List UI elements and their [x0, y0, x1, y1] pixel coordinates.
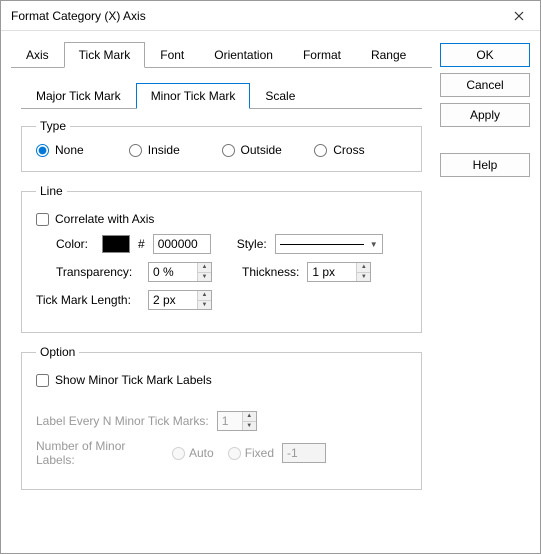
num-labels-label: Number of Minor Labels: — [36, 439, 164, 467]
tab-orientation[interactable]: Orientation — [199, 42, 288, 68]
tab-range[interactable]: Range — [356, 42, 421, 68]
spin-down-icon[interactable]: ▼ — [198, 273, 211, 282]
tick-length-spinner[interactable]: ▲▼ — [148, 290, 212, 310]
tab-tick-mark[interactable]: Tick Mark — [64, 42, 146, 68]
line-legend: Line — [36, 184, 67, 198]
thickness-input[interactable] — [308, 263, 356, 281]
tick-length-label: Tick Mark Length: — [36, 293, 140, 307]
spin-up-icon[interactable]: ▲ — [198, 263, 211, 273]
type-cross-radio[interactable] — [314, 144, 327, 157]
spin-down-icon: ▼ — [243, 422, 256, 431]
tab-axis[interactable]: Axis — [11, 42, 64, 68]
correlate-checkbox[interactable] — [36, 213, 49, 226]
spin-down-icon[interactable]: ▼ — [198, 301, 211, 310]
style-label: Style: — [237, 237, 267, 251]
correlate-label: Correlate with Axis — [55, 212, 154, 226]
show-labels-row: Show Minor Tick Mark Labels — [36, 373, 407, 387]
num-labels-fixed: Fixed — [228, 446, 274, 460]
tick-length-input[interactable] — [149, 291, 197, 309]
option-legend: Option — [36, 345, 79, 359]
option-fieldset: Option Show Minor Tick Mark Labels Label… — [21, 345, 422, 490]
spin-up-icon[interactable]: ▲ — [198, 291, 211, 301]
outer-tab-body: Major Tick Mark Minor Tick Mark Scale Ty… — [11, 68, 432, 543]
color-label: Color: — [56, 237, 94, 251]
label-every-spinner: ▲▼ — [217, 411, 257, 431]
hash-label: # — [138, 237, 145, 251]
type-outside-label[interactable]: Outside — [222, 143, 315, 157]
type-none-radio[interactable] — [36, 144, 49, 157]
cancel-button[interactable]: Cancel — [440, 73, 530, 97]
color-row: Color: # Style: ▼ — [36, 234, 407, 254]
close-icon — [514, 11, 524, 21]
label-every-spin-buttons: ▲▼ — [242, 412, 256, 430]
type-none-label[interactable]: None — [36, 143, 129, 157]
thickness-label: Thickness: — [242, 265, 299, 279]
label-every-input — [218, 412, 242, 430]
color-swatch[interactable] — [102, 235, 130, 253]
type-inside-label[interactable]: Inside — [129, 143, 222, 157]
thickness-spinner[interactable]: ▲▼ — [307, 262, 371, 282]
num-labels-fixed-input — [282, 443, 326, 463]
tab-format[interactable]: Format — [288, 42, 356, 68]
tab-font[interactable]: Font — [145, 42, 199, 68]
apply-button[interactable]: Apply — [440, 103, 530, 127]
transparency-label: Transparency: — [56, 265, 140, 279]
label-every-label: Label Every N Minor Tick Marks: — [36, 414, 209, 428]
outer-tabs: Axis Tick Mark Font Orientation Format R… — [11, 41, 432, 68]
tab-scale[interactable]: Scale — [250, 83, 310, 109]
color-hex-input[interactable] — [153, 234, 211, 254]
ok-button[interactable]: OK — [440, 43, 530, 67]
tick-length-row: Tick Mark Length: ▲▼ — [36, 290, 407, 310]
show-labels-checkbox[interactable] — [36, 374, 49, 387]
transparency-spin-buttons[interactable]: ▲▼ — [197, 263, 211, 281]
spin-up-icon: ▲ — [243, 412, 256, 422]
thickness-spin-buttons[interactable]: ▲▼ — [356, 263, 370, 281]
num-labels-auto-text: Auto — [189, 446, 214, 460]
content-area: Axis Tick Mark Font Orientation Format R… — [1, 31, 540, 553]
chevron-down-icon: ▼ — [370, 240, 378, 249]
help-button[interactable]: Help — [440, 153, 530, 177]
inner-tab-body: Type None Inside — [11, 109, 432, 490]
correlate-row: Correlate with Axis — [36, 212, 407, 226]
titlebar: Format Category (X) Axis — [1, 1, 540, 31]
num-labels-auto-radio — [172, 447, 185, 460]
tick-length-spin-buttons[interactable]: ▲▼ — [197, 291, 211, 309]
num-labels-auto: Auto — [172, 446, 214, 460]
type-cross-label[interactable]: Cross — [314, 143, 407, 157]
main-panel: Axis Tick Mark Font Orientation Format R… — [11, 41, 432, 543]
transparency-row: Transparency: ▲▼ Thickness: ▲▼ — [36, 262, 407, 282]
transparency-spinner[interactable]: ▲▼ — [148, 262, 212, 282]
type-radio-row: None Inside Outside — [36, 143, 407, 157]
line-fieldset: Line Correlate with Axis Color: # Style: — [21, 184, 422, 333]
label-every-row: Label Every N Minor Tick Marks: ▲▼ — [36, 411, 407, 431]
type-outside-text: Outside — [241, 143, 282, 157]
side-buttons: OK Cancel Apply Help — [440, 41, 530, 543]
transparency-input[interactable] — [149, 263, 197, 281]
type-inside-radio[interactable] — [129, 144, 142, 157]
type-outside-radio[interactable] — [222, 144, 235, 157]
type-cross-text: Cross — [333, 143, 364, 157]
num-labels-row: Number of Minor Labels: Auto Fixed — [36, 439, 407, 467]
inner-tabs: Major Tick Mark Minor Tick Mark Scale — [21, 82, 422, 109]
type-fieldset: Type None Inside — [21, 119, 422, 172]
window-title: Format Category (X) Axis — [11, 9, 498, 23]
spin-up-icon[interactable]: ▲ — [357, 263, 370, 273]
type-legend: Type — [36, 119, 70, 133]
type-none-text: None — [55, 143, 84, 157]
spin-down-icon[interactable]: ▼ — [357, 273, 370, 282]
tab-major-tick-mark[interactable]: Major Tick Mark — [21, 83, 136, 109]
style-select[interactable]: ▼ — [275, 234, 383, 254]
num-labels-fixed-text: Fixed — [245, 446, 274, 460]
close-button[interactable] — [498, 2, 540, 30]
num-labels-fixed-radio — [228, 447, 241, 460]
type-inside-text: Inside — [148, 143, 180, 157]
dialog-window: Format Category (X) Axis Axis Tick Mark … — [0, 0, 541, 554]
line-style-preview — [280, 244, 364, 245]
tab-minor-tick-mark[interactable]: Minor Tick Mark — [136, 83, 251, 109]
show-labels-text: Show Minor Tick Mark Labels — [55, 373, 212, 387]
